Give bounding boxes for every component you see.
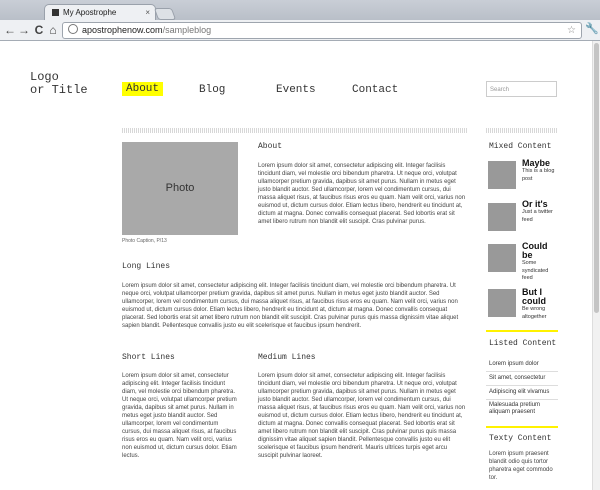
content-divider	[122, 128, 467, 133]
mixed-item-1[interactable]: Maybe This is a blog post	[522, 159, 558, 183]
mixed-text: This is a blog post	[522, 168, 555, 182]
listed-item-2[interactable]: Sit amet, consectetur	[489, 375, 557, 382]
mixed-text: Some syndicated feed	[522, 260, 549, 281]
short-lines-text: Lorem ipsum dolor sit amet, consectetur …	[122, 373, 237, 459]
home-icon[interactable]: ⌂	[46, 22, 60, 38]
tab-title: My Apostrophe	[63, 8, 117, 17]
nav-events[interactable]: Events	[276, 84, 316, 96]
wrench-icon[interactable]: 🔧	[585, 22, 599, 35]
mixed-item-3[interactable]: Could be Some syndicated feed	[522, 242, 558, 283]
address-bar[interactable]: apostrophenow.com/sampleblog ☆	[62, 22, 582, 39]
globe-icon	[68, 24, 78, 34]
nav-blog[interactable]: Blog	[199, 84, 225, 96]
url-domain: apostrophenow.com	[82, 25, 163, 35]
mixed-text: Just a twitter feed	[522, 209, 553, 223]
medium-lines-text: Lorem ipsum dolor sit amet, consectetur …	[258, 373, 466, 459]
mixed-item-4[interactable]: But I could Be wrong altogether	[522, 288, 558, 321]
yellow-rule	[486, 426, 558, 428]
photo-placeholder: Photo	[122, 142, 238, 235]
nav-about[interactable]: About	[122, 82, 164, 96]
mixed-title: Maybe	[522, 158, 551, 168]
list-divider	[486, 385, 558, 386]
list-divider	[486, 399, 558, 400]
new-tab-button[interactable]	[153, 8, 177, 20]
medium-lines-heading: Medium Lines	[258, 353, 316, 362]
list-divider	[486, 371, 558, 372]
favicon-icon	[52, 9, 59, 16]
scrollbar[interactable]	[592, 41, 600, 490]
mixed-thumb-1	[488, 161, 516, 189]
search-input[interactable]: Search	[486, 81, 557, 97]
sidebar-divider	[486, 128, 558, 133]
logo-line-2: or Title	[30, 83, 88, 97]
site-logo[interactable]: Logo or Title	[30, 71, 88, 97]
url-path: /sampleblog	[162, 25, 212, 35]
mixed-thumb-2	[488, 203, 516, 231]
long-lines-text: Lorem ipsum dolor sit amet, consectetur …	[122, 283, 459, 329]
scrollbar-thumb[interactable]	[594, 43, 599, 313]
mixed-text: Be wrong altogether	[522, 306, 547, 320]
mixed-item-2[interactable]: Or it's Just a twitter feed	[522, 200, 558, 224]
listed-item-4[interactable]: Malesuada pretium aliquam praesent	[489, 402, 557, 416]
mixed-thumb-4	[488, 289, 516, 317]
texty-content-heading: Texty Content	[489, 434, 552, 443]
listed-content-heading: Listed Content	[489, 339, 557, 348]
browser-tab[interactable]: My Apostrophe ×	[44, 4, 156, 21]
mixed-content-heading: Mixed Content	[489, 142, 552, 151]
long-lines-heading: Long Lines	[122, 262, 171, 271]
photo-caption: Photo Caption, P/13	[122, 238, 167, 244]
back-icon[interactable]: ←	[3, 22, 17, 38]
mixed-title: But I could	[522, 287, 546, 306]
about-text: Lorem ipsum dolor sit amet, consectetur …	[258, 163, 466, 225]
listed-item-1[interactable]: Lorem ipsum dolor	[489, 361, 557, 368]
mixed-title: Could be	[522, 241, 548, 260]
mixed-title: Or it's	[522, 199, 548, 209]
yellow-rule	[486, 330, 558, 332]
bookmark-star-icon[interactable]: ☆	[567, 23, 576, 38]
reload-icon[interactable]: C	[32, 22, 46, 38]
listed-item-3[interactable]: Adipiscing elit vivamus	[489, 389, 557, 396]
short-lines-heading: Short Lines	[122, 353, 175, 362]
forward-icon[interactable]: →	[17, 22, 31, 38]
tab-close-icon[interactable]: ×	[145, 5, 150, 21]
about-heading: About	[258, 142, 283, 151]
texty-content-text: Lorem ipsum praesent blandit odio quis t…	[489, 451, 553, 481]
mixed-thumb-3	[488, 244, 516, 272]
nav-contact[interactable]: Contact	[352, 84, 398, 96]
